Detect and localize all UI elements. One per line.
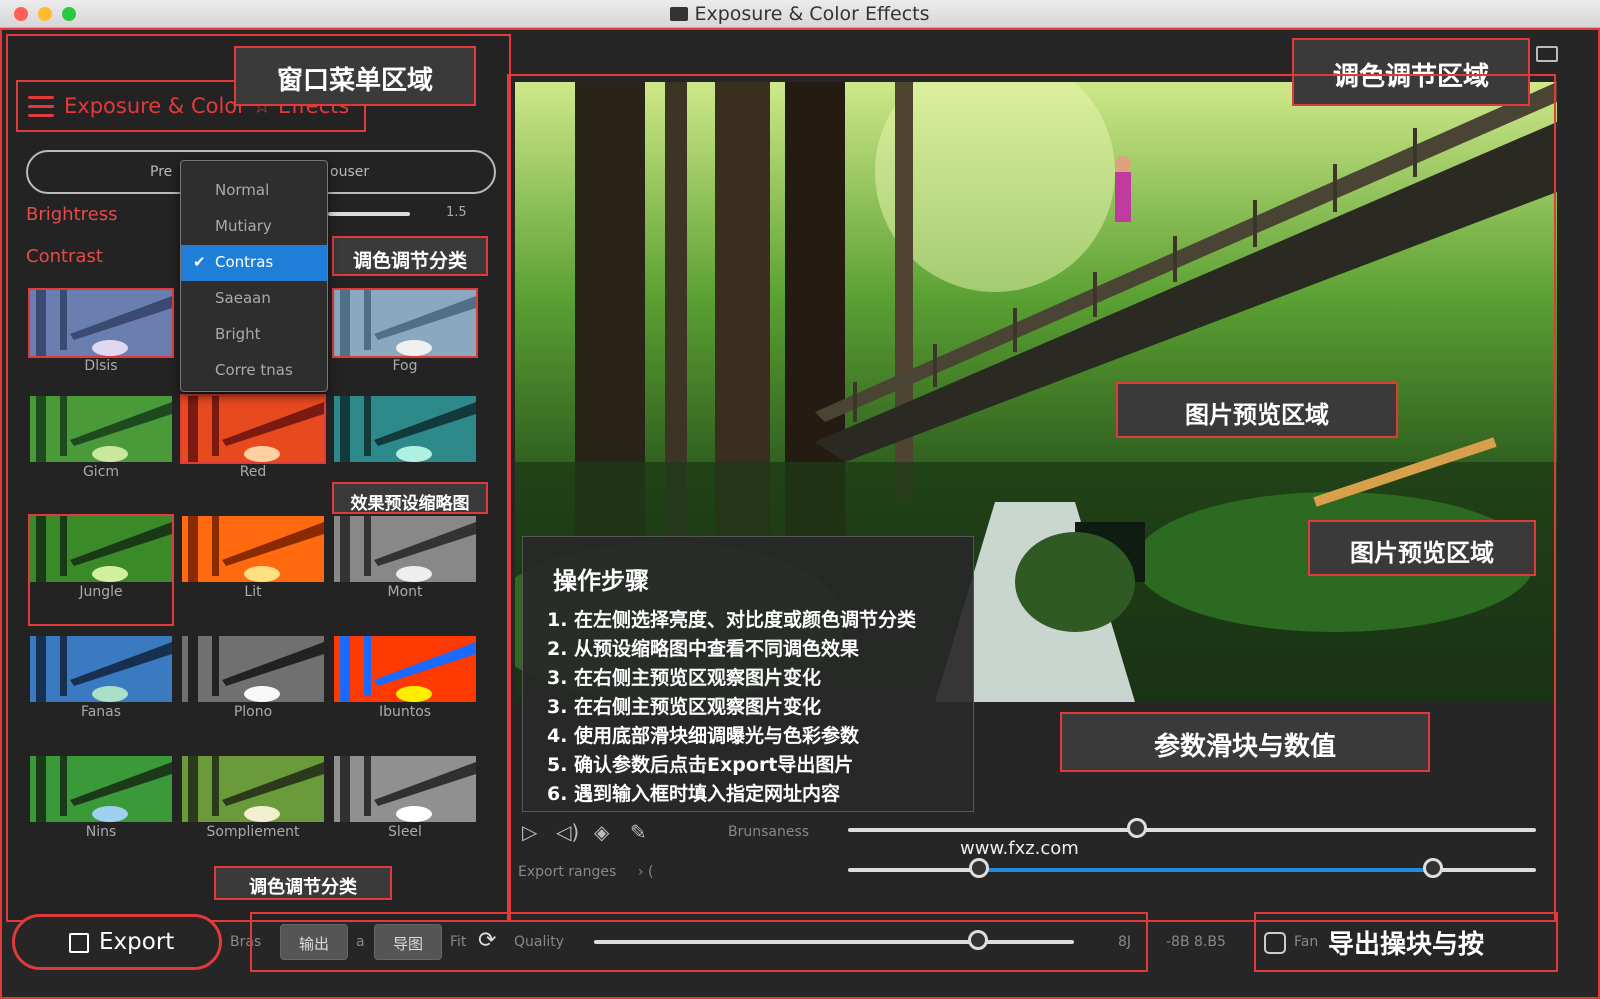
annotation-window-menu-area: 窗口菜单区域 (234, 46, 476, 106)
export-button-label: Export (99, 929, 175, 955)
export-controls-group: Fan 导出操块与按 (1254, 912, 1558, 972)
folder-icon[interactable] (1536, 46, 1558, 62)
hamburger-menu-icon[interactable] (28, 96, 54, 118)
preset-thumbnail[interactable] (334, 756, 476, 822)
preset-thumbnail[interactable] (30, 636, 172, 702)
brightness-value: 1.5 (446, 205, 467, 220)
preset-pill-left-text: Pre (150, 164, 173, 180)
preset-thumbnail-label: Sompliement (206, 824, 300, 840)
instructions-panel: 操作步骤 1. 在左侧选择亮度、对比度或颜色调节分类 2. 从预设缩略图中查看不… (522, 536, 974, 812)
export-button[interactable]: Export (12, 914, 222, 970)
preset-thumbnail[interactable] (30, 396, 172, 462)
brightness-label: Brightress (26, 204, 118, 225)
export-icon (69, 933, 89, 953)
preset-thumbnail[interactable] (334, 636, 476, 702)
instruction-step: 3. 在右侧主预览区观察图片变化 (547, 696, 822, 718)
thumbnail-highlight-frame (28, 514, 174, 626)
annotation-color-adjust-category-bottom: 调色调节分类 (214, 866, 392, 900)
refresh-icon[interactable]: ⟳ (478, 928, 496, 953)
instructions-title: 操作步骤 (553, 567, 649, 595)
export-settings-group: 输出 a 导图 Fit ⟳ Quality 8J (250, 912, 1148, 972)
dropdown-item[interactable]: Normal (181, 173, 327, 209)
preset-pill-right-text: ouser (330, 164, 370, 180)
instruction-step: 6. 遇到输入框时填入指定网址内容 (547, 783, 841, 805)
brightness-slider[interactable] (328, 212, 410, 216)
preset-thumbnail[interactable] (334, 516, 476, 582)
dropdown-item[interactable]: Corre tnas (181, 353, 327, 389)
preset-thumbnail[interactable] (334, 396, 476, 462)
app-window: Exposure & Color ☆ Effects 窗口菜单区域 Pre ou… (0, 28, 1600, 999)
quality-slider-track[interactable] (594, 940, 1074, 944)
dropdown-item[interactable]: Saeaan (181, 281, 327, 317)
instruction-step: 2. 从预设缩略图中查看不同调色效果 (547, 638, 860, 660)
preset-thumbnail-label: Sleel (388, 824, 422, 840)
preset-thumbnail-label: Fanas (80, 704, 122, 720)
preset-thumbnail[interactable] (30, 756, 172, 822)
thumbnail-highlight-frame (28, 288, 174, 358)
annotation-export-controls: 导出操块与按 (1328, 930, 1485, 960)
instruction-step: 5. 确认参数后点击Export导出图片 (547, 754, 854, 776)
annotation-effect-thumbnails: 效果预设缩略图 (332, 482, 488, 514)
dropdown-item-selected[interactable]: ✔ Contras (181, 245, 327, 281)
preset-thumbnail-label: Gicm (82, 464, 120, 480)
quality-label: Quality (514, 934, 565, 950)
size-readout: -8B 8.B5 (1166, 934, 1226, 950)
adjustment-dropdown[interactable]: Normal Mutiary ✔ Contras Saeaan Bright Co… (180, 160, 328, 392)
window-title: Exposure & Color Effects (694, 3, 930, 25)
fit-label: Fit (450, 934, 467, 950)
quality-value: 8J (1118, 934, 1132, 950)
dropdown-item[interactable]: Mutiary (181, 209, 327, 245)
window-title-wrap: Exposure & Color Effects (0, 3, 1600, 25)
preset-thumbnail-label: Nins (85, 824, 117, 840)
preset-thumbnail-label: Plono (233, 704, 273, 720)
checkbox-label: Fan (1294, 934, 1319, 950)
preset-thumbnail[interactable] (182, 636, 324, 702)
preset-thumbnail[interactable] (182, 756, 324, 822)
export-image-button[interactable]: 导图 (374, 924, 442, 960)
separator-text: a (356, 934, 365, 950)
quality-slider-knob[interactable] (968, 930, 988, 950)
instruction-step: 3. 在右侧主预览区观察图片变化 (547, 667, 822, 689)
preset-thumbnail-label: Dlsis (84, 358, 118, 374)
contrast-label: Contrast (26, 246, 103, 267)
checkmark-icon: ✔ (193, 253, 206, 271)
preset-thumbnail-label: Red (239, 464, 267, 480)
preset-thumbnail[interactable] (182, 516, 324, 582)
output-button[interactable]: 输出 (280, 924, 348, 960)
preset-thumbnail-label: Mont (387, 584, 423, 600)
export-checkbox[interactable] (1264, 932, 1286, 954)
thumbnail-highlight-frame (332, 288, 478, 358)
preset-thumbnail-label: Ibuntos (378, 704, 432, 720)
instruction-step: 1. 在左侧选择亮度、对比度或颜色调节分类 (547, 609, 917, 631)
title-bar: Exposure & Color Effects (0, 0, 1600, 28)
annotation-color-adjust-category: 调色调节分类 (332, 236, 488, 276)
instructions-list: 1. 在左侧选择亮度、对比度或颜色调节分类 2. 从预设缩略图中查看不同调色效果… (547, 606, 973, 809)
preset-thumbnail-label: Fog (392, 358, 418, 374)
preset-thumbnail-label: Lit (244, 584, 262, 600)
instruction-step: 4. 使用底部滑块细调曝光与色彩参数 (547, 725, 860, 747)
dropdown-item[interactable]: Bright (181, 317, 327, 353)
app-icon (670, 7, 689, 21)
thumbnail-highlight-frame (180, 394, 326, 464)
